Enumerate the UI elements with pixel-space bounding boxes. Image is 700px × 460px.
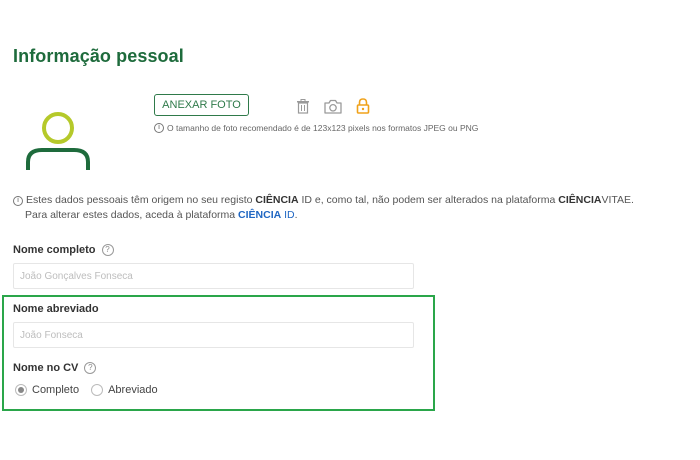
camera-icon[interactable] [322,96,344,116]
trash-icon[interactable] [294,96,312,116]
cv-name-radio-group: Completo Abreviado [15,384,170,396]
help-icon[interactable]: ? [84,362,97,374]
photo-size-hint: i O tamanho de foto recomendado é de 123… [154,123,478,133]
ciencia-id-link[interactable]: CIÊNCIA ID [238,209,295,221]
help-icon[interactable]: ? [101,244,114,256]
page-title: Informação pessoal [13,46,184,66]
photo-hint-text: O tamanho de foto recomendado é de 123x1… [167,123,479,133]
avatar [22,110,98,172]
radio-label-abreviado: Abreviado [108,384,158,396]
notice-line-1: Estes dados pessoais têm origem no seu r… [26,194,634,206]
full-name-input[interactable] [13,263,414,289]
info-icon: i [13,195,23,206]
radio-option-completo[interactable]: Completo [15,384,79,396]
radio-button[interactable] [91,384,104,396]
notice-line-2: Para alterar estes dados, aceda à plataf… [25,209,298,221]
radio-button-selected[interactable] [15,384,27,396]
short-name-label: Nome abreviado [13,303,99,315]
cv-name-label: Nome no CV ? [13,362,97,374]
short-name-input[interactable] [13,322,414,348]
radio-label-completo: Completo [32,384,80,396]
data-origin-notice: i Estes dados pessoais têm origem no seu… [13,193,634,223]
attach-photo-button[interactable]: ANEXAR FOTO [154,94,249,116]
radio-option-abreviado[interactable]: Abreviado [91,384,158,396]
short-name-label-text: Nome abreviado [13,303,99,315]
full-name-label-text: Nome completo [13,244,96,256]
lock-icon[interactable] [354,96,372,116]
cv-name-label-text: Nome no CV [13,362,79,374]
info-icon: i [154,123,164,133]
full-name-label: Nome completo ? [13,244,114,256]
